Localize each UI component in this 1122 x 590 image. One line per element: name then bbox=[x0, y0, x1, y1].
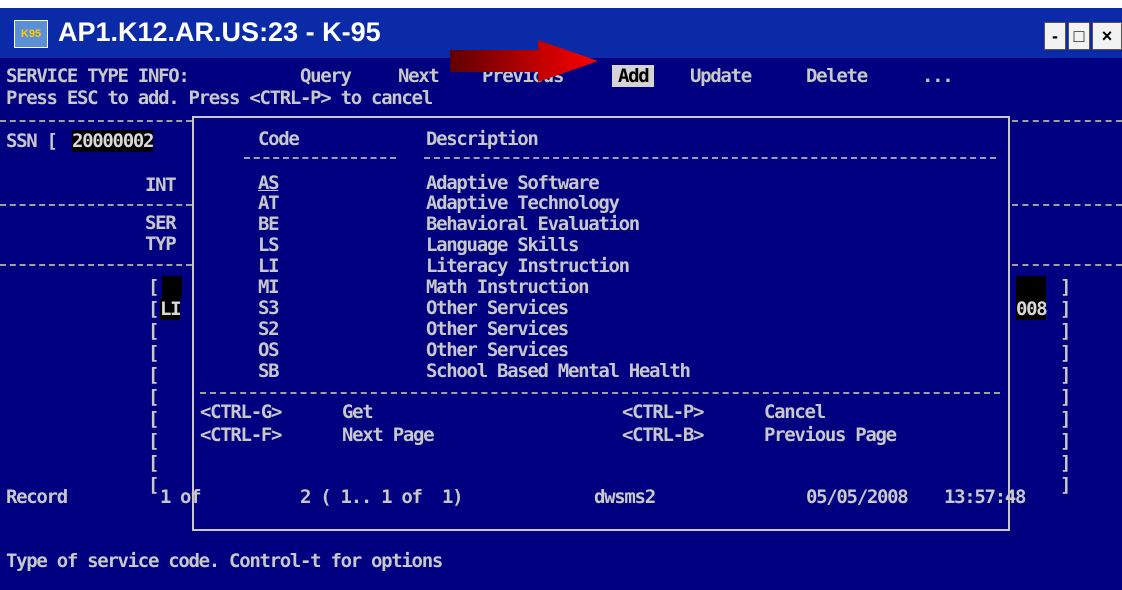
form-divider bbox=[1012, 120, 1122, 122]
close-button[interactable]: × bbox=[1092, 22, 1122, 50]
minimize-button[interactable]: - bbox=[1044, 22, 1066, 50]
ssn-label: SSN [ bbox=[6, 130, 58, 152]
description-item[interactable]: Adaptive Software bbox=[426, 172, 600, 194]
maximize-button[interactable]: □ bbox=[1068, 22, 1090, 50]
help-text: Type of service code. Control-t for opti… bbox=[6, 550, 443, 572]
k95-app-icon[interactable]: K95 bbox=[14, 20, 48, 48]
menu-update[interactable]: Update bbox=[690, 65, 752, 87]
row-bracket: ] bbox=[1060, 408, 1071, 430]
description-item[interactable]: Other Services bbox=[426, 297, 569, 319]
int-label: INT bbox=[145, 174, 177, 196]
description-item[interactable]: Behavioral Evaluation bbox=[426, 213, 640, 235]
form-divider bbox=[1012, 204, 1122, 206]
code-item[interactable]: AT bbox=[258, 192, 280, 214]
description-item[interactable]: Other Services bbox=[426, 339, 569, 361]
row-bracket: ] bbox=[1060, 320, 1071, 342]
form-divider bbox=[0, 204, 192, 206]
code-item[interactable]: OS bbox=[258, 339, 280, 361]
row-bracket: ] bbox=[1060, 298, 1071, 320]
row-bracket: [ bbox=[148, 364, 159, 386]
next-page-command[interactable]: Next Page bbox=[342, 424, 435, 446]
status-date: 05/05/2008 bbox=[806, 486, 909, 508]
row-bracket: ] bbox=[1060, 430, 1071, 452]
row-bracket: [ bbox=[148, 276, 159, 298]
code-item[interactable]: S2 bbox=[258, 318, 280, 340]
menu-add-selected[interactable]: Add bbox=[612, 65, 655, 87]
record-of-label: of bbox=[180, 486, 202, 508]
row-bracket: [ bbox=[148, 430, 159, 452]
code-item[interactable]: AS bbox=[258, 172, 280, 194]
description-item[interactable]: Other Services bbox=[426, 318, 569, 340]
row-field[interactable] bbox=[1016, 276, 1047, 298]
row-bracket: [ bbox=[148, 320, 159, 342]
ser-label: SER bbox=[145, 212, 177, 234]
previous-page-command[interactable]: Previous Page bbox=[764, 424, 897, 446]
form-divider bbox=[0, 120, 192, 122]
row-bracket: ] bbox=[1060, 276, 1071, 298]
row-bracket: [ bbox=[148, 386, 159, 408]
description-item[interactable]: Literacy Instruction bbox=[426, 255, 630, 277]
ssn-field[interactable]: 20000002 bbox=[72, 130, 154, 152]
code-item[interactable]: S3 bbox=[258, 297, 280, 319]
popup-divider bbox=[200, 392, 1000, 394]
user-name: dwsms2 bbox=[594, 486, 656, 508]
row-bracket: [ bbox=[148, 408, 159, 430]
row-bracket: ] bbox=[1060, 364, 1071, 386]
menu-next[interactable]: Next bbox=[398, 65, 440, 87]
description-column-header: Description bbox=[426, 128, 539, 150]
row-bracket: [ bbox=[148, 298, 159, 320]
code-column-header: Code bbox=[258, 128, 300, 150]
record-label: Record bbox=[6, 486, 68, 508]
date-field[interactable]: 008 bbox=[1016, 298, 1048, 320]
typ-label: TYP bbox=[145, 233, 177, 255]
description-item[interactable]: School Based Mental Health bbox=[426, 360, 691, 382]
red-arrow-annotation bbox=[450, 40, 598, 82]
row-bracket: ] bbox=[1060, 474, 1071, 496]
description-item[interactable]: Math Instruction bbox=[426, 276, 590, 298]
row-field[interactable] bbox=[162, 276, 183, 298]
row-bracket: [ bbox=[148, 452, 159, 474]
get-command[interactable]: Get bbox=[342, 401, 374, 423]
form-divider bbox=[0, 264, 192, 266]
record-total: 2 ( 1.. 1 of 1) bbox=[300, 486, 464, 508]
description-item[interactable]: Language Skills bbox=[426, 234, 579, 256]
row-bracket: [ bbox=[148, 474, 159, 496]
row-bracket: ] bbox=[1060, 452, 1071, 474]
description-item[interactable]: Adaptive Technology bbox=[426, 192, 620, 214]
form-divider bbox=[1012, 264, 1122, 266]
ctrl-f-key[interactable]: <CTRL-F> bbox=[200, 424, 282, 446]
status-time: 13:57:48 bbox=[944, 486, 1026, 508]
row-bracket: ] bbox=[1060, 386, 1071, 408]
header-underline bbox=[244, 157, 396, 159]
menu-delete[interactable]: Delete bbox=[806, 65, 868, 87]
menu-more[interactable]: ... bbox=[922, 65, 954, 87]
row-bracket: [ bbox=[148, 342, 159, 364]
record-number: 1 bbox=[160, 486, 171, 508]
service-type-field[interactable]: LI bbox=[160, 298, 182, 320]
code-item[interactable]: BE bbox=[258, 213, 280, 235]
code-item[interactable]: LS bbox=[258, 234, 280, 256]
code-item[interactable]: SB bbox=[258, 360, 280, 382]
terminal-screen[interactable]: SERVICE TYPE INFO: Query Next Previous A… bbox=[0, 58, 1122, 590]
window-title: AP1.K12.AR.US:23 - K-95 bbox=[58, 17, 381, 47]
cancel-command[interactable]: Cancel bbox=[764, 401, 826, 423]
ctrl-b-key[interactable]: <CTRL-B> bbox=[622, 424, 704, 446]
code-item[interactable]: MI bbox=[258, 276, 280, 298]
ctrl-p-key[interactable]: <CTRL-P> bbox=[622, 401, 704, 423]
header-underline bbox=[424, 157, 996, 159]
instruction-text: Press ESC to add. Press <CTRL-P> to canc… bbox=[6, 87, 433, 109]
ctrl-g-key[interactable]: <CTRL-G> bbox=[200, 401, 282, 423]
menu-query[interactable]: Query bbox=[300, 65, 352, 87]
menu-label: SERVICE TYPE INFO: bbox=[6, 65, 190, 87]
row-bracket: ] bbox=[1060, 342, 1071, 364]
code-item[interactable]: LI bbox=[258, 255, 280, 277]
code-lookup-popup[interactable]: Code Description AS AT BE LS LI MI S3 S2… bbox=[192, 116, 1010, 531]
